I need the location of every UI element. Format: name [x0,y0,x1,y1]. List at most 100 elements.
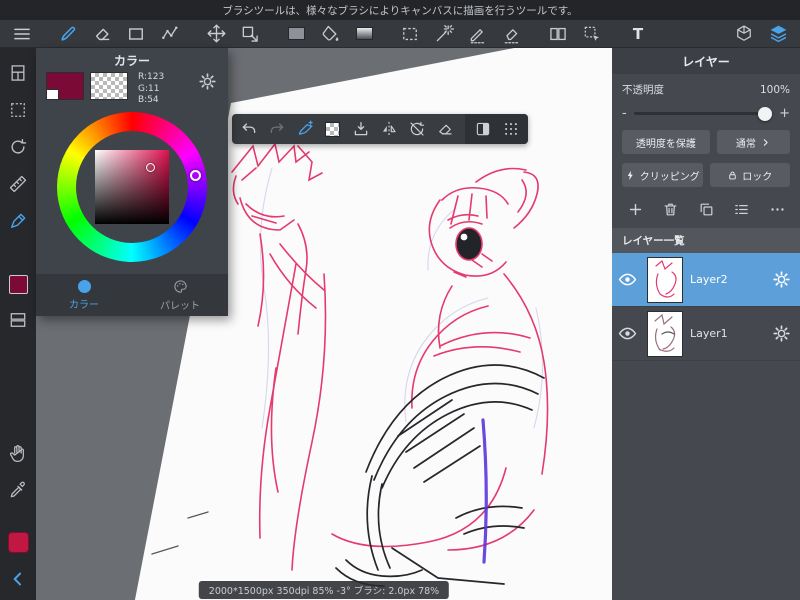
move-tool-icon[interactable] [203,22,229,46]
protect-alpha-button[interactable]: 透明度を保護 [622,130,710,154]
polyline-tool-icon[interactable] [157,22,183,46]
canvas-status-text: 2000*1500px 350dpi 85% -3° ブラシ: 2.0px 78… [208,586,440,597]
select-pen-icon[interactable] [465,22,491,46]
layer1-visibility-eye-icon[interactable] [614,321,640,347]
text-tool-label: T [632,24,644,43]
left-sidebar [0,48,36,600]
add-layer-icon[interactable] [625,199,645,219]
select-eraser-icon[interactable] [499,22,525,46]
chevron-right-icon [763,138,768,146]
opacity-value: 100% [759,83,790,96]
workspace: 2000*1500px 350dpi 85% -3° ブラシ: 2.0px 78… [0,48,800,600]
rgb-g-value: G:11 [138,83,160,94]
tool-hint-bar: ブラシツールは、様々なブラシによりキャンバスに描画を行うツールです。 [0,0,800,20]
layer-row-layer2[interactable]: Layer2 [612,253,800,307]
transform-tool-icon[interactable] [237,22,263,46]
layer-menu-list-icon[interactable] [732,199,752,219]
color-panel-title: カラー [113,53,150,68]
material-icon[interactable] [731,22,757,46]
canvas-status-bar: 2000*1500px 350dpi 85% -3° ブラシ: 2.0px 78… [198,581,450,599]
page-panel-icon[interactable] [7,62,29,84]
eyedropper-icon[interactable] [7,479,29,501]
layers-panel-title: レイヤー [612,48,800,74]
lock-button[interactable]: ロック [709,163,790,187]
canvas-quickbar [232,114,528,144]
opacity-plus-button[interactable]: + [779,106,790,121]
layer2-settings-gear-icon[interactable] [770,269,792,291]
more-options-icon[interactable] [767,199,787,219]
shape-tool-icon[interactable] [123,22,149,46]
color-wheel[interactable] [57,112,207,263]
transparent-bg-icon[interactable] [323,120,342,139]
layer-row-layer1[interactable]: Layer1 [612,307,800,361]
deselect-icon[interactable] [579,22,605,46]
layer1-thumbnail[interactable] [647,310,683,357]
brush-tool-icon[interactable] [55,22,81,46]
hue-marker[interactable] [190,170,201,182]
save-icon[interactable] [351,120,370,139]
sv-marker[interactable] [146,163,155,173]
color-panel: カラー R:123 G:11 B:54 カラー パレット [36,48,228,316]
selection-panel-icon[interactable] [7,99,29,121]
foreground-color-swatch[interactable] [46,72,84,100]
blend-mode-button[interactable]: 通常 [716,130,790,154]
rgb-b-value: B:54 [138,95,159,106]
layers-panel: レイヤー 不透明度 100% - + 透明度を保護 通常 クリッピング ロック … [612,48,800,600]
eraser-tool-icon[interactable] [89,22,115,46]
clipping-button[interactable]: クリッピング [622,163,703,187]
airbrush-tool-icon[interactable] [7,210,29,232]
bucket-tool-icon[interactable] [317,22,343,46]
quickbar-extra-group [465,114,528,144]
tool-hint-text: ブラシツールは、様々なブラシによりキャンバスに描画を行うツールです。 [222,4,578,17]
drag-handle-dots-icon[interactable] [501,120,520,139]
delete-layer-icon[interactable] [661,199,681,219]
invert-view-icon[interactable] [473,120,492,139]
tab-palette[interactable]: パレット [132,274,228,316]
select-marquee-icon[interactable] [397,22,423,46]
undo-icon[interactable] [239,120,258,139]
layer2-visibility-eye-icon[interactable] [614,267,640,293]
snap-brush-icon[interactable] [295,120,314,139]
rotate-disabled-icon[interactable] [407,120,426,139]
opacity-slider-knob[interactable] [758,106,773,121]
ruler-icon[interactable] [7,173,29,195]
layer-list-icon[interactable] [7,309,29,331]
lightning-icon [627,170,633,180]
layer1-name: Layer1 [690,327,728,340]
tab-palette-label: パレット [160,300,200,312]
layer1-settings-gear-icon[interactable] [770,323,792,345]
tab-color-label: カラー [69,299,99,311]
rotate-view-icon[interactable] [7,136,29,158]
fill-color-swatch[interactable] [283,22,309,46]
main-toolbar: T [0,20,800,48]
clear-canvas-icon[interactable] [435,120,454,139]
background-color-swatch[interactable] [46,89,59,100]
redo-icon[interactable] [267,120,286,139]
text-tool-icon[interactable]: T [625,22,651,46]
color-settings-gear-icon[interactable] [198,72,218,92]
flip-horizontal-icon[interactable] [379,120,398,139]
color-wheel-icon [77,279,91,293]
layer2-thumbnail[interactable] [647,256,683,303]
transparent-color-swatch[interactable] [90,72,128,100]
magic-wand-icon[interactable] [431,22,457,46]
brush-color-chip[interactable] [7,532,29,553]
hand-tool-icon[interactable] [7,442,29,464]
layer2-name: Layer2 [690,273,728,286]
gradient-tool-icon[interactable] [351,22,377,46]
opacity-slider[interactable] [633,106,773,121]
tab-color[interactable]: カラー [36,274,132,316]
layers-panel-icon[interactable] [765,22,791,46]
saturation-value-square[interactable] [95,150,169,225]
opacity-label: 不透明度 [622,84,664,96]
divide-canvas-icon[interactable] [545,22,571,46]
color-panel-tabs: カラー パレット [36,274,228,316]
duplicate-layer-icon[interactable] [696,199,716,219]
menu-icon[interactable] [9,22,35,46]
rgb-readout: R:123 G:11 B:54 [138,72,164,107]
back-arrow-icon[interactable] [7,568,29,590]
layer-list-header: レイヤー一覧 [612,228,800,253]
rgb-r-value: R:123 [138,72,165,82]
opacity-minus-button[interactable]: - [622,106,627,121]
current-color-swatch[interactable] [8,275,28,294]
